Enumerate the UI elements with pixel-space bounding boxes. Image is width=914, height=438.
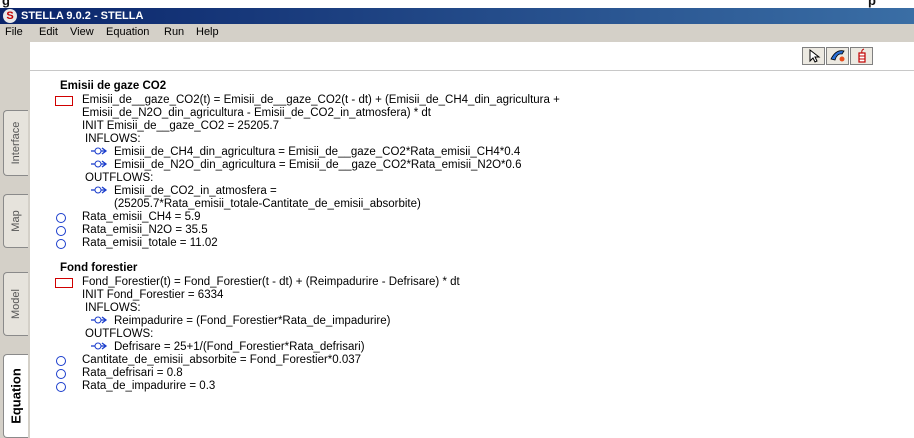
menu-edit[interactable]: Edit: [39, 26, 58, 38]
clipped-top-text: g p: [0, 0, 914, 8]
inflow-ch4[interactable]: Emisii_de_CH4_din_agricultura = Emisii_d…: [114, 146, 520, 159]
init-co2[interactable]: INIT Emisii_de__gaze_CO2 = 25205.7: [82, 120, 279, 133]
window-title: STELLA 9.0.2 - STELLA: [21, 10, 144, 22]
outflow-defrisare[interactable]: Defrisare = 25+1/(Fond_Forestier*Rata_de…: [114, 341, 365, 354]
tab-map[interactable]: Map: [3, 194, 28, 248]
tab-model-label: Model: [10, 289, 22, 319]
inflow-reimpadurire[interactable]: Reimpadurire = (Fond_Forestier*Rata_de_i…: [114, 315, 390, 328]
converter-icon: [56, 369, 66, 379]
converter-icon: [56, 382, 66, 392]
converter-rata-impadurire[interactable]: Rata_de_impadurire = 0.3: [82, 380, 215, 393]
tab-interface[interactable]: Interface: [3, 110, 28, 176]
tab-equation-label: Equation: [8, 368, 24, 424]
tab-interface-label: Interface: [10, 121, 22, 165]
tab-model[interactable]: Model: [3, 272, 28, 336]
menu-view[interactable]: View: [70, 26, 94, 38]
converter-icon: [56, 356, 66, 366]
pointer-icon[interactable]: [802, 47, 825, 65]
section-title-co2: Emisii de gaze CO2: [60, 80, 167, 92]
outflow-co2-line2[interactable]: (25205.7*Rata_emisii_totale-Cantitate_de…: [114, 198, 421, 211]
dynamite-icon[interactable]: [850, 47, 873, 65]
outflow-co2-line1[interactable]: Emisii_de_CO2_in_atmosfera =: [114, 185, 277, 198]
flow-icon: [91, 342, 108, 350]
converter-icon: [56, 239, 66, 249]
flow-icon: [91, 186, 108, 194]
flow-icon: [91, 147, 108, 155]
init-forest[interactable]: INIT Fond_Forestier = 6334: [82, 289, 223, 302]
tool-strip: [30, 42, 914, 71]
menu-file[interactable]: File: [5, 26, 23, 38]
stock-equation-co2-line2[interactable]: Emisii_de_N2O_din_agricultura - Emisii_d…: [82, 107, 431, 120]
clipped-letter-right: p: [868, 0, 876, 8]
stock-equation-forest[interactable]: Fond_Forestier(t) = Fond_Forestier(t - d…: [82, 276, 460, 289]
inflow-n2o[interactable]: Emisii_de_N2O_din_agricultura = Emisii_d…: [114, 159, 522, 172]
stock-icon: [55, 278, 73, 288]
section-title-forest: Fond forestier: [60, 262, 138, 274]
tab-equation[interactable]: Equation: [3, 354, 28, 438]
hand-icon[interactable]: [826, 47, 849, 65]
converter-rata-ch4[interactable]: Rata_emisii_CH4 = 5.9: [82, 211, 201, 224]
flow-icon: [91, 316, 108, 324]
title-bar: S STELLA 9.0.2 - STELLA: [0, 8, 914, 24]
menu-run[interactable]: Run: [164, 26, 184, 38]
main-content: Interface Map Model Equation Emisii de g…: [0, 42, 914, 438]
menu-equation[interactable]: Equation: [106, 26, 149, 38]
converter-rata-totale[interactable]: Rata_emisii_totale = 11.02: [82, 237, 218, 250]
converter-icon: [56, 226, 66, 236]
stella-logo-icon[interactable]: S: [3, 9, 17, 23]
converter-rata-n2o[interactable]: Rata_emisii_N2O = 35.5: [82, 224, 208, 237]
converter-cantitate-emisii[interactable]: Cantitate_de_emisii_absorbite = Fond_For…: [82, 354, 361, 367]
layer-tabs: Interface Map Model Equation: [0, 42, 30, 438]
converter-icon: [56, 213, 66, 223]
converter-rata-defrisari[interactable]: Rata_defrisari = 0.8: [82, 367, 183, 380]
stock-equation-co2-line1[interactable]: Emisii_de__gaze_CO2(t) = Emisii_de__gaze…: [82, 94, 560, 107]
app-window: S STELLA 9.0.2 - STELLA File Edit View E…: [0, 8, 914, 438]
tab-map-label: Map: [10, 210, 22, 232]
flow-icon: [91, 160, 108, 168]
equation-list: Emisii de gaze CO2 Emisii_de__gaze_CO2(t…: [30, 70, 914, 438]
stock-icon: [55, 96, 73, 106]
menu-bar: File Edit View Equation Run Help: [0, 24, 914, 42]
clipped-letter-left: g: [2, 0, 10, 8]
menu-help[interactable]: Help: [196, 26, 219, 38]
